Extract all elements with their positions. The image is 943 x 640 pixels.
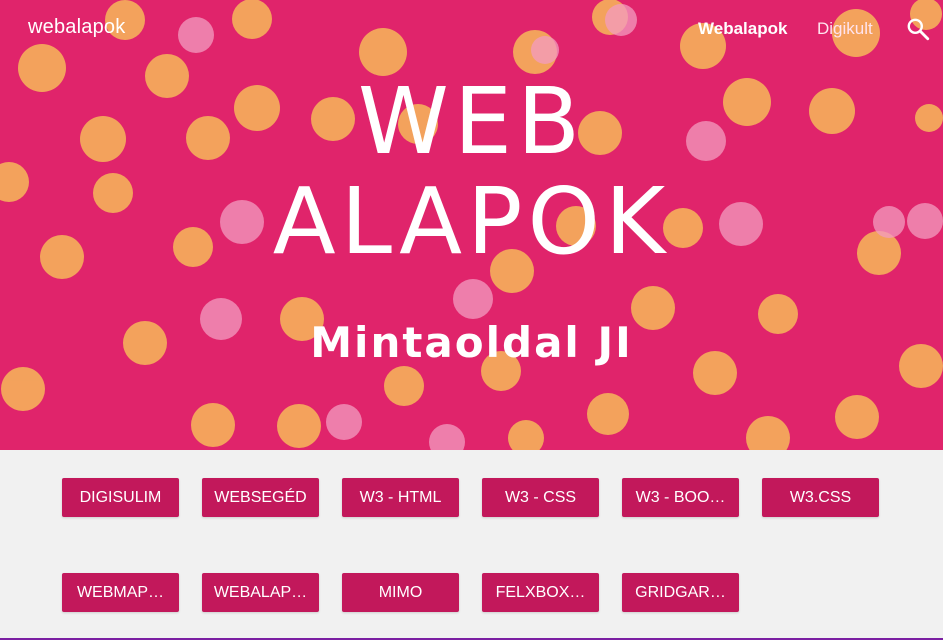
nav-item-webalapok[interactable]: Webalapok [698,19,787,39]
digisulim-button[interactable]: DIGISULIM [62,478,179,517]
websegéd-button[interactable]: WEBSEGÉD [202,478,319,517]
hero-banner: webalapok Webalapok Digikult WEB ALAPOK … [0,0,943,450]
top-navigation-bar: webalapok Webalapok Digikult [0,0,943,58]
w3-bootstrap-button[interactable]: W3 - BOO… [622,478,739,517]
felxbox-button[interactable]: FELXBOX… [482,573,599,612]
w3-html-button[interactable]: W3 - HTML [342,478,459,517]
hero-title: WEB ALAPOK [0,72,943,272]
link-button-grid: DIGISULIM WEBSEGÉD W3 - HTML W3 - CSS W3… [0,450,943,638]
w3css-button[interactable]: W3.CSS [762,478,879,517]
webmap-button[interactable]: WEBMAP… [62,573,179,612]
webalap-button[interactable]: WEBALAP… [202,573,319,612]
mimo-button[interactable]: MIMO [342,573,459,612]
hero-subtitle: Mintaoldal JI [310,318,633,367]
hero-title-line-1: WEB [357,68,586,175]
hero-title-line-2: ALAPOK [272,168,671,275]
nav-item-digikult[interactable]: Digikult [817,19,873,39]
w3-css-button[interactable]: W3 - CSS [482,478,599,517]
gridgar-button[interactable]: GRIDGAR… [622,573,739,612]
site-title[interactable]: webalapok [28,16,125,39]
search-icon[interactable] [905,16,931,42]
